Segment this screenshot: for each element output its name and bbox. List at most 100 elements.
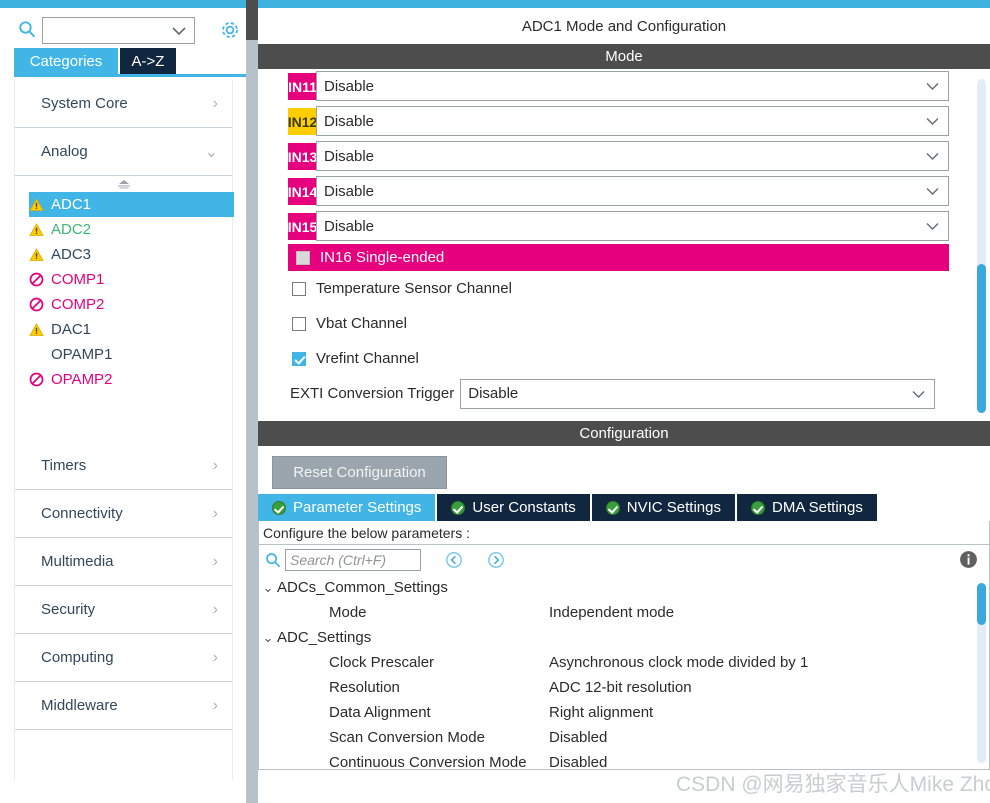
sidebar-item-connectivity[interactable]: Connectivity › (15, 490, 232, 538)
sidebar-item-adc3[interactable]: ADC3 (15, 242, 232, 267)
parameter-search-input[interactable]: Search (Ctrl+F) (285, 549, 421, 571)
peripheral-search-combo[interactable] (42, 17, 195, 44)
tree-group-adcs-common-settings[interactable]: ⌄ ADCs_Common_Settings (259, 575, 989, 600)
tree-row-mode[interactable]: Mode Independent mode (259, 600, 989, 625)
tab-nvic-settings[interactable]: NVIC Settings (591, 494, 735, 521)
exti-select[interactable]: Disable (460, 378, 936, 409)
sidebar-item-label: Middleware (41, 697, 118, 714)
info-icon[interactable] (959, 550, 978, 569)
sidebar-item-adc1[interactable]: ADC1 (29, 192, 234, 217)
sidebar-item-opamp2[interactable]: OPAMP2 (15, 367, 232, 392)
parameter-tree-scrollbar[interactable] (977, 583, 986, 763)
tree-row-scan-conversion-mode[interactable]: Scan Conversion Mode Disabled (259, 725, 989, 750)
mode-scrollbar[interactable] (977, 79, 986, 413)
sidebar-item-label: Security (41, 601, 96, 618)
channel-select-in13[interactable]: Disable (316, 141, 949, 171)
sidebar-item-multimedia[interactable]: Multimedia › (15, 538, 232, 586)
warning-icon (29, 222, 51, 237)
channel-select-in15[interactable]: Disable (316, 211, 949, 241)
checkbox-temperature-sensor[interactable] (292, 281, 306, 296)
channel-select-in11[interactable]: Disable (316, 71, 949, 101)
parameter-value[interactable]: Disabled (549, 729, 989, 746)
chevron-down-icon[interactable] (926, 222, 939, 231)
sidebar-item-comp2[interactable]: COMP2 (15, 292, 232, 317)
chevron-down-icon[interactable] (926, 82, 939, 91)
pane-splitter[interactable] (246, 0, 258, 803)
list-scroll-up-handle[interactable] (15, 176, 232, 192)
sidebar-item-adc2[interactable]: ADC2 (15, 217, 232, 242)
tab-label: Parameter Settings (293, 499, 422, 516)
chevron-down-icon[interactable] (912, 390, 925, 399)
scroll-up-icon[interactable] (116, 180, 132, 189)
chevron-down-icon[interactable] (926, 152, 939, 161)
tree-row-data-alignment[interactable]: Data Alignment Right alignment (259, 700, 989, 725)
blocked-icon (29, 297, 51, 312)
parameter-tree-scrollbar-thumb[interactable] (977, 583, 986, 625)
chevron-down-icon[interactable] (926, 117, 939, 126)
tab-user-constants[interactable]: User Constants (437, 494, 590, 521)
checkbox-vbat[interactable] (292, 316, 306, 331)
tab-dma-settings[interactable]: DMA Settings (737, 494, 877, 521)
tab-label: DMA Settings (772, 499, 863, 516)
parameter-value[interactable]: ADC 12-bit resolution (549, 679, 989, 696)
chevron-down-icon[interactable]: ⌄ (259, 630, 277, 646)
parameter-search-placeholder: Search (Ctrl+F) (290, 552, 387, 568)
tab-underline (14, 74, 246, 77)
channel-select-in14[interactable]: Disable (316, 176, 949, 206)
channel-select-in12[interactable]: Disable (316, 106, 949, 136)
tree-row-resolution[interactable]: Resolution ADC 12-bit resolution (259, 675, 989, 700)
sidebar-item-security[interactable]: Security › (15, 586, 232, 634)
reset-configuration-button[interactable]: Reset Configuration (272, 456, 447, 489)
sidebar-category-list: System Core › Analog ⌄ ADC1 ADC2 ADC3 CO… (14, 80, 234, 780)
tab-a-to-z[interactable]: A->Z (120, 48, 176, 74)
parameter-name: Clock Prescaler (329, 654, 435, 671)
checkbox-row-vrefint[interactable]: Vrefint Channel (258, 341, 970, 376)
exti-conversion-trigger-row: EXTI Conversion Trigger Disable (258, 376, 970, 411)
sidebar-item-system-core[interactable]: System Core › (15, 80, 232, 128)
checkbox-row-temperature-sensor[interactable]: Temperature Sensor Channel (258, 271, 970, 306)
sidebar-item-computing[interactable]: Computing › (15, 634, 232, 682)
mode-section: IN11 Disable IN12 Disable IN13 Disable I… (258, 69, 990, 421)
chevron-right-icon: › (212, 456, 218, 474)
chevron-down-icon[interactable]: ⌄ (259, 580, 277, 596)
channel-row-in16[interactable]: IN16 Single-ended (288, 244, 949, 271)
parameter-name: Continuous Conversion Mode (329, 754, 527, 770)
configuration-tabs: Parameter Settings User Constants NVIC S… (258, 494, 990, 521)
check-circle-icon (751, 500, 765, 515)
chevron-down-icon[interactable] (172, 26, 186, 36)
tab-categories[interactable]: Categories (14, 48, 118, 74)
parameter-value[interactable]: Right alignment (549, 704, 989, 721)
parameter-value[interactable]: Asynchronous clock mode divided by 1 (549, 654, 989, 671)
tab-parameter-settings[interactable]: Parameter Settings (258, 494, 436, 521)
sidebar-item-timers[interactable]: Timers › (15, 442, 232, 490)
sidebar-item-label: Multimedia (41, 553, 114, 570)
sidebar-item-analog[interactable]: Analog ⌄ (15, 128, 232, 176)
checkbox-vrefint[interactable] (292, 351, 306, 366)
tree-row-clock-prescaler[interactable]: Clock Prescaler Asynchronous clock mode … (259, 650, 989, 675)
checkbox-row-vbat[interactable]: Vbat Channel (258, 306, 970, 341)
gear-icon[interactable] (219, 19, 241, 41)
channel-value: Disable (324, 77, 375, 95)
chevron-down-icon[interactable] (926, 187, 939, 196)
peripheral-sidebar: Categories A->Z System Core › Analog ⌄ A… (0, 8, 246, 803)
top-accent-strip (0, 0, 990, 8)
mode-scrollbar-thumb[interactable] (977, 264, 986, 413)
sidebar-item-opamp1[interactable]: OPAMP1 (15, 342, 232, 367)
parameter-value[interactable]: Disabled (549, 754, 989, 769)
sidebar-item-middleware[interactable]: Middleware › (15, 682, 232, 730)
chevron-down-icon: ⌄ (204, 143, 218, 161)
channel-value: Disable (324, 182, 375, 200)
parameter-value[interactable]: Independent mode (549, 604, 989, 621)
prev-circle-icon[interactable] (445, 551, 463, 569)
sidebar-item-comp1[interactable]: COMP1 (15, 267, 232, 292)
tree-group-adc-settings[interactable]: ⌄ ADC_Settings (259, 625, 989, 650)
parameter-name: Scan Conversion Mode (329, 729, 485, 746)
check-circle-icon (272, 500, 286, 515)
chevron-right-icon: › (212, 648, 218, 666)
next-circle-icon[interactable] (487, 551, 505, 569)
checkbox-in16[interactable] (296, 250, 310, 265)
tab-label: User Constants (472, 499, 576, 516)
tree-row-continuous-conversion-mode[interactable]: Continuous Conversion Mode Disabled (259, 750, 989, 770)
sidebar-item-dac1[interactable]: DAC1 (15, 317, 232, 342)
tree-group-label: ADCs_Common_Settings (277, 579, 448, 596)
